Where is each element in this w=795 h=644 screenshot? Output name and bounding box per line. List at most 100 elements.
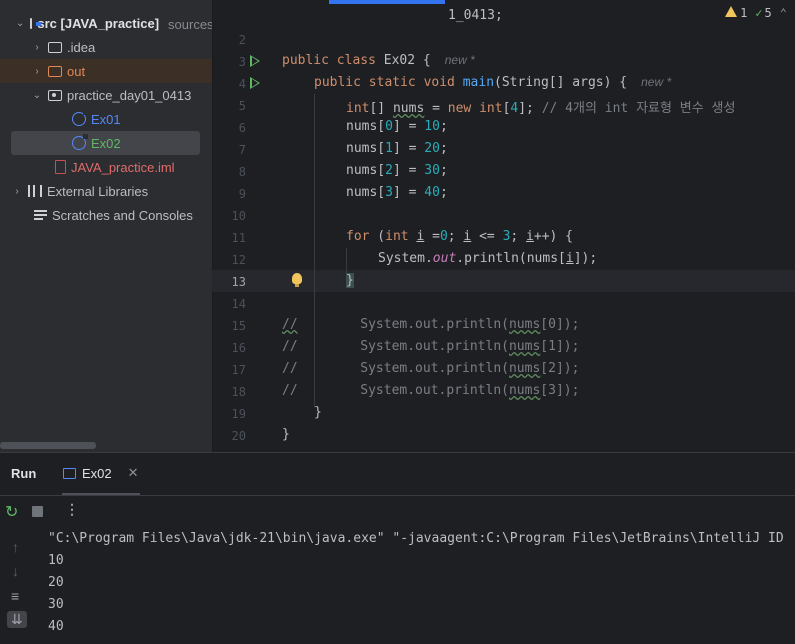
line-number: 20 bbox=[231, 429, 246, 443]
tree-item-label: practice_day01_0413 bbox=[67, 87, 192, 103]
chevron-down-icon[interactable]: ⌄ bbox=[16, 18, 24, 29]
line-number: 8 bbox=[238, 165, 246, 179]
console-line: "C:\Program Files\Java\jdk-21\bin\java.e… bbox=[48, 531, 784, 546]
run-tab-ex02[interactable]: Ex02 ✕ bbox=[63, 465, 139, 481]
code-line-partial: 1_0413; bbox=[448, 8, 503, 23]
tree-item-label: Ex01 bbox=[91, 111, 121, 127]
line-number: 19 bbox=[231, 407, 246, 421]
tree-item-src[interactable]: ⌄ src [JAVA_practice] sources root, C:\박… bbox=[0, 11, 212, 35]
line-number: 18 bbox=[231, 385, 246, 399]
scroll-to-end-icon[interactable]: ⇊ bbox=[7, 611, 27, 628]
tree-item-ex01[interactable]: Ex01 bbox=[0, 107, 212, 131]
run-tool-window: Run Ex02 ✕ ↻ ⋮ ↑ ↓ ≡ ⇊ "C:\Program Files… bbox=[0, 452, 795, 643]
code-line: } bbox=[346, 273, 354, 288]
code-line: nums[1] = 20; bbox=[346, 141, 448, 156]
code-line: // System.out.println(nums[0]); bbox=[282, 317, 580, 332]
ok-count: 5 bbox=[764, 6, 772, 20]
tree-item-label: JAVA_practice.iml bbox=[71, 159, 175, 175]
run-window-title: Run bbox=[11, 466, 37, 481]
chevron-down-icon[interactable]: ⌄ bbox=[32, 90, 42, 101]
warning-icon bbox=[725, 6, 738, 17]
tree-item-package[interactable]: ⌄ practice_day01_0413 bbox=[0, 83, 212, 107]
tree-item-ex02[interactable]: Ex02 bbox=[11, 131, 200, 155]
line-number: 4 bbox=[238, 77, 246, 91]
tree-item-label: Scratches and Consoles bbox=[52, 207, 193, 223]
console-line: 30 bbox=[48, 597, 64, 612]
warning-count: 1 bbox=[740, 6, 748, 20]
line-number: 16 bbox=[231, 341, 246, 355]
tree-item-label: src [JAVA_practice] bbox=[37, 15, 160, 31]
horizontal-scrollbar[interactable] bbox=[0, 442, 96, 449]
soft-wrap-icon[interactable]: ≡ bbox=[11, 588, 19, 604]
line-number: 11 bbox=[231, 231, 246, 245]
chevron-right-icon[interactable]: › bbox=[32, 42, 42, 53]
close-icon[interactable]: ✕ bbox=[128, 465, 139, 481]
lightbulb-icon[interactable] bbox=[292, 273, 302, 287]
code-line: } bbox=[282, 427, 290, 442]
tree-item-scratches[interactable]: Scratches and Consoles bbox=[0, 203, 212, 227]
run-main-icon[interactable] bbox=[250, 77, 260, 89]
stop-icon[interactable] bbox=[32, 506, 43, 517]
console-line: 40 bbox=[48, 619, 64, 634]
arrow-up-icon[interactable]: ↑ bbox=[12, 539, 19, 555]
console-side-toolbar: ↑ ↓ ≡ ⇊ bbox=[0, 531, 36, 644]
warning-indicator[interactable]: 1 bbox=[725, 6, 747, 20]
tree-item-idea[interactable]: › .idea bbox=[0, 35, 212, 59]
checkmark-icon: ✓ bbox=[755, 6, 763, 20]
code-line: public class Ex02 {new * bbox=[282, 53, 475, 68]
package-icon bbox=[48, 89, 62, 101]
tree-item-external-libraries[interactable]: › External Libraries bbox=[0, 179, 212, 203]
line-number: 6 bbox=[238, 121, 246, 135]
run-tab-label: Ex02 bbox=[82, 465, 112, 481]
divider bbox=[0, 495, 795, 496]
inspection-widget[interactable]: 1 ✓ 5 ⌃ bbox=[725, 6, 787, 20]
line-number: 10 bbox=[231, 209, 246, 223]
code-line: public static void main(String[] args) {… bbox=[314, 75, 672, 90]
code-line: nums[3] = 40; bbox=[346, 185, 448, 200]
class-icon bbox=[72, 110, 88, 126]
arrow-down-icon[interactable]: ↓ bbox=[12, 563, 19, 579]
active-tab-indicator bbox=[329, 0, 445, 4]
folder-icon bbox=[48, 41, 62, 53]
class-icon bbox=[72, 134, 88, 150]
console-line: 10 bbox=[48, 553, 64, 568]
chevron-up-icon[interactable]: ⌃ bbox=[780, 6, 787, 20]
line-number: 14 bbox=[231, 297, 246, 311]
chevron-right-icon[interactable]: › bbox=[32, 66, 42, 77]
line-number: 3 bbox=[238, 55, 246, 69]
more-options-icon[interactable]: ⋮ bbox=[65, 501, 79, 518]
run-class-icon[interactable] bbox=[250, 55, 260, 67]
tree-item-label: .idea bbox=[67, 39, 96, 55]
code-line: System.out.println(nums[i]); bbox=[378, 251, 598, 266]
line-number: 13 bbox=[231, 275, 246, 289]
tree-item-hint: sources root, C:\박세현\JAVA_practice\src bbox=[168, 16, 212, 32]
code-line: nums[0] = 10; bbox=[346, 119, 448, 134]
code-editor[interactable]: 1_0413; 1 ✓ 5 ⌃ 2 3 4 5 6 7 8 9 10 11 12 … bbox=[212, 0, 795, 452]
console-line: 20 bbox=[48, 575, 64, 590]
tree-item-label: out bbox=[67, 63, 86, 79]
libraries-icon bbox=[28, 185, 42, 197]
code-line: // System.out.println(nums[1]); bbox=[282, 339, 580, 354]
line-number: 9 bbox=[238, 187, 246, 201]
line-number: 5 bbox=[238, 99, 246, 113]
source-folder-icon bbox=[30, 17, 42, 29]
code-line: nums[2] = 30; bbox=[346, 163, 448, 178]
rerun-icon[interactable]: ↻ bbox=[5, 502, 18, 522]
chevron-right-icon[interactable]: › bbox=[12, 186, 22, 197]
line-number: 2 bbox=[238, 33, 246, 47]
excluded-folder-icon bbox=[48, 65, 62, 77]
line-number: 15 bbox=[231, 319, 246, 333]
tree-item-label: Ex02 bbox=[91, 135, 121, 151]
code-line: for (int i =0; i <= 3; i++) { bbox=[346, 229, 574, 244]
scratches-icon bbox=[34, 209, 47, 221]
code-line: // System.out.println(nums[3]); bbox=[282, 383, 580, 398]
code-line: int[] nums = new int[4]; // 4개의 int 자료형 … bbox=[346, 101, 736, 116]
tree-item-iml[interactable]: JAVA_practice.iml bbox=[0, 155, 212, 179]
project-tool-window: ⌄ src [JAVA_practice] sources root, C:\박… bbox=[0, 0, 212, 452]
ok-indicator[interactable]: ✓ 5 bbox=[755, 6, 771, 20]
tree-item-label: External Libraries bbox=[47, 183, 149, 199]
tree-item-out[interactable]: › out bbox=[0, 59, 212, 83]
code-line: } bbox=[314, 405, 322, 420]
line-number: 12 bbox=[231, 253, 246, 267]
line-number: 7 bbox=[238, 143, 246, 157]
